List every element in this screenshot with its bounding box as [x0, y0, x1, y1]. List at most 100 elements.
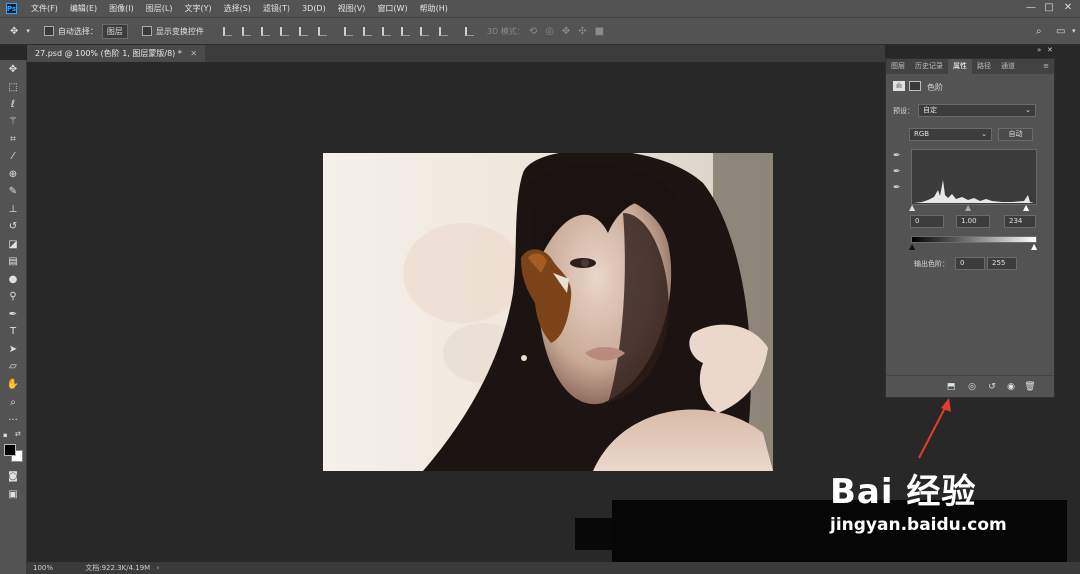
- channel-dropdown[interactable]: RGB ⌄: [909, 128, 992, 141]
- tab-layers[interactable]: 图层: [886, 59, 910, 74]
- path-selection-tool-icon[interactable]: ➤: [6, 343, 20, 357]
- history-brush-tool-icon[interactable]: ↺: [6, 220, 20, 234]
- distribute-right-icon[interactable]: [438, 26, 448, 36]
- input-white-field[interactable]: 234: [1004, 215, 1036, 228]
- gray-point-eyedropper-icon[interactable]: ✒: [893, 167, 901, 177]
- input-black-slider-icon[interactable]: ▲: [909, 203, 915, 212]
- maximize-icon[interactable]: □: [1043, 2, 1055, 14]
- panel-menu-icon[interactable]: ≡: [1038, 59, 1054, 74]
- panel-collapse-icon[interactable]: »: [1037, 46, 1041, 54]
- delete-adjustment-icon[interactable]: 🗑: [1024, 382, 1036, 392]
- black-point-eyedropper-icon[interactable]: ✒: [893, 151, 901, 161]
- menu-view[interactable]: 视图(V): [332, 3, 372, 14]
- menu-image[interactable]: 图像(I): [103, 3, 140, 14]
- panel-close-icon[interactable]: ✕: [1047, 46, 1053, 54]
- distribute-bottom-icon[interactable]: [381, 26, 391, 36]
- minimize-icon[interactable]: —: [1025, 2, 1037, 14]
- screen-mode-icon[interactable]: ▣: [6, 488, 20, 502]
- tool-preset-chevron-icon[interactable]: ▾: [26, 27, 30, 35]
- menu-file[interactable]: 文件(F): [25, 3, 64, 14]
- blur-tool-icon[interactable]: ●: [6, 273, 20, 287]
- menu-type[interactable]: 文字(Y): [178, 3, 217, 14]
- marquee-tool-icon[interactable]: ⬚: [6, 81, 20, 95]
- healing-brush-tool-icon[interactable]: ⊕: [6, 168, 20, 182]
- eraser-tool-icon[interactable]: ◪: [6, 238, 20, 252]
- tab-properties[interactable]: 属性: [948, 59, 972, 74]
- move-tool-icon[interactable]: ✥: [6, 63, 20, 77]
- auto-select-dropdown[interactable]: 图层: [101, 23, 128, 39]
- close-icon[interactable]: ✕: [1062, 2, 1074, 14]
- output-black-field[interactable]: 0: [955, 257, 985, 270]
- document-info[interactable]: 文档:922.3K/4.19M: [85, 564, 150, 572]
- align-right-icon[interactable]: [317, 26, 327, 36]
- 3d-roll-icon[interactable]: ◎: [545, 26, 554, 37]
- distribute-top-icon[interactable]: [343, 26, 353, 36]
- 3d-slide-icon[interactable]: ✣: [578, 26, 586, 37]
- 3d-scale-icon[interactable]: ■: [595, 26, 604, 37]
- document-tab[interactable]: 27.psd @ 100% (色阶 1, 图层蒙版/8) * ✕: [27, 45, 206, 62]
- dodge-tool-icon[interactable]: ⚲: [6, 290, 20, 304]
- visibility-eye-icon[interactable]: ◉: [1005, 382, 1017, 392]
- swap-colors-icon[interactable]: ⇄: [15, 430, 21, 438]
- distribute-vcenter-icon[interactable]: [362, 26, 372, 36]
- auto-select-checkbox[interactable]: [43, 26, 54, 36]
- 3d-orbit-icon[interactable]: ⟲: [529, 26, 537, 37]
- auto-align-icon[interactable]: [464, 26, 474, 36]
- eyedropper-tool-icon[interactable]: ⁄: [6, 150, 20, 164]
- clip-to-layer-icon[interactable]: ⬒: [945, 382, 957, 392]
- document-image[interactable]: [323, 153, 773, 471]
- type-tool-icon[interactable]: T: [6, 325, 20, 339]
- quick-mask-icon[interactable]: ◙: [6, 470, 20, 484]
- align-bottom-icon[interactable]: [260, 26, 270, 36]
- show-transform-checkbox[interactable]: [141, 26, 152, 36]
- menu-3d[interactable]: 3D(D): [296, 4, 332, 13]
- brush-tool-icon[interactable]: ✎: [6, 185, 20, 199]
- preset-dropdown[interactable]: 自定 ⌄: [918, 104, 1036, 117]
- crop-tool-icon[interactable]: ⌗: [6, 133, 20, 147]
- hand-tool-icon[interactable]: ✋: [6, 378, 20, 392]
- align-hcenter-icon[interactable]: [298, 26, 308, 36]
- status-arrow-icon[interactable]: ›: [156, 564, 159, 572]
- menu-select[interactable]: 选择(S): [218, 3, 257, 14]
- clone-stamp-tool-icon[interactable]: ⊥: [6, 203, 20, 217]
- view-previous-state-icon[interactable]: ◎: [966, 382, 978, 392]
- output-white-field[interactable]: 255: [987, 257, 1017, 270]
- lasso-tool-icon[interactable]: ℓ: [6, 98, 20, 112]
- move-tool-icon[interactable]: ✥: [10, 26, 18, 37]
- levels-adjustment-icon[interactable]: ılı: [893, 81, 905, 91]
- align-left-icon[interactable]: [279, 26, 289, 36]
- 3d-pan-icon[interactable]: ✥: [562, 26, 570, 37]
- menu-filter[interactable]: 滤镜(T): [257, 3, 296, 14]
- menu-edit[interactable]: 编辑(E): [64, 3, 103, 14]
- shape-tool-icon[interactable]: ▱: [6, 360, 20, 374]
- output-white-slider-icon[interactable]: ▲: [1031, 242, 1037, 251]
- menu-layer[interactable]: 图层(L): [140, 3, 179, 14]
- tab-close-icon[interactable]: ✕: [190, 49, 197, 58]
- zoom-level[interactable]: 100%: [33, 564, 53, 572]
- menu-window[interactable]: 窗口(W): [371, 3, 413, 14]
- foreground-color-swatch[interactable]: [4, 444, 16, 456]
- input-gamma-field[interactable]: 1.00: [956, 215, 990, 228]
- menu-help[interactable]: 帮助(H): [414, 3, 454, 14]
- reset-adjustment-icon[interactable]: ↺: [986, 382, 998, 392]
- more-tools-icon[interactable]: ···: [6, 414, 20, 428]
- pen-tool-icon[interactable]: ✒: [6, 308, 20, 322]
- distribute-left-icon[interactable]: [400, 26, 410, 36]
- workspace-chevron-icon[interactable]: ▾: [1072, 27, 1076, 35]
- default-colors-icon[interactable]: ◾: [3, 432, 7, 439]
- input-gamma-slider-icon[interactable]: ▲: [965, 203, 971, 212]
- white-point-eyedropper-icon[interactable]: ✒: [893, 183, 901, 193]
- output-black-slider-icon[interactable]: ▲: [909, 242, 915, 251]
- tab-channels[interactable]: 通道: [996, 59, 1020, 74]
- input-white-slider-icon[interactable]: ▲: [1023, 203, 1029, 212]
- align-top-icon[interactable]: [222, 26, 232, 36]
- search-icon[interactable]: ⌕: [1036, 26, 1042, 37]
- tab-paths[interactable]: 路径: [972, 59, 996, 74]
- auto-button[interactable]: 自动: [998, 128, 1033, 141]
- workspace-icon[interactable]: ▭: [1056, 26, 1065, 37]
- zoom-tool-icon[interactable]: ⌕: [6, 396, 20, 410]
- distribute-hcenter-icon[interactable]: [419, 26, 429, 36]
- magic-wand-tool-icon[interactable]: ⚚: [6, 115, 20, 129]
- tab-history[interactable]: 历史记录: [910, 59, 948, 74]
- layer-mask-icon[interactable]: [909, 81, 921, 91]
